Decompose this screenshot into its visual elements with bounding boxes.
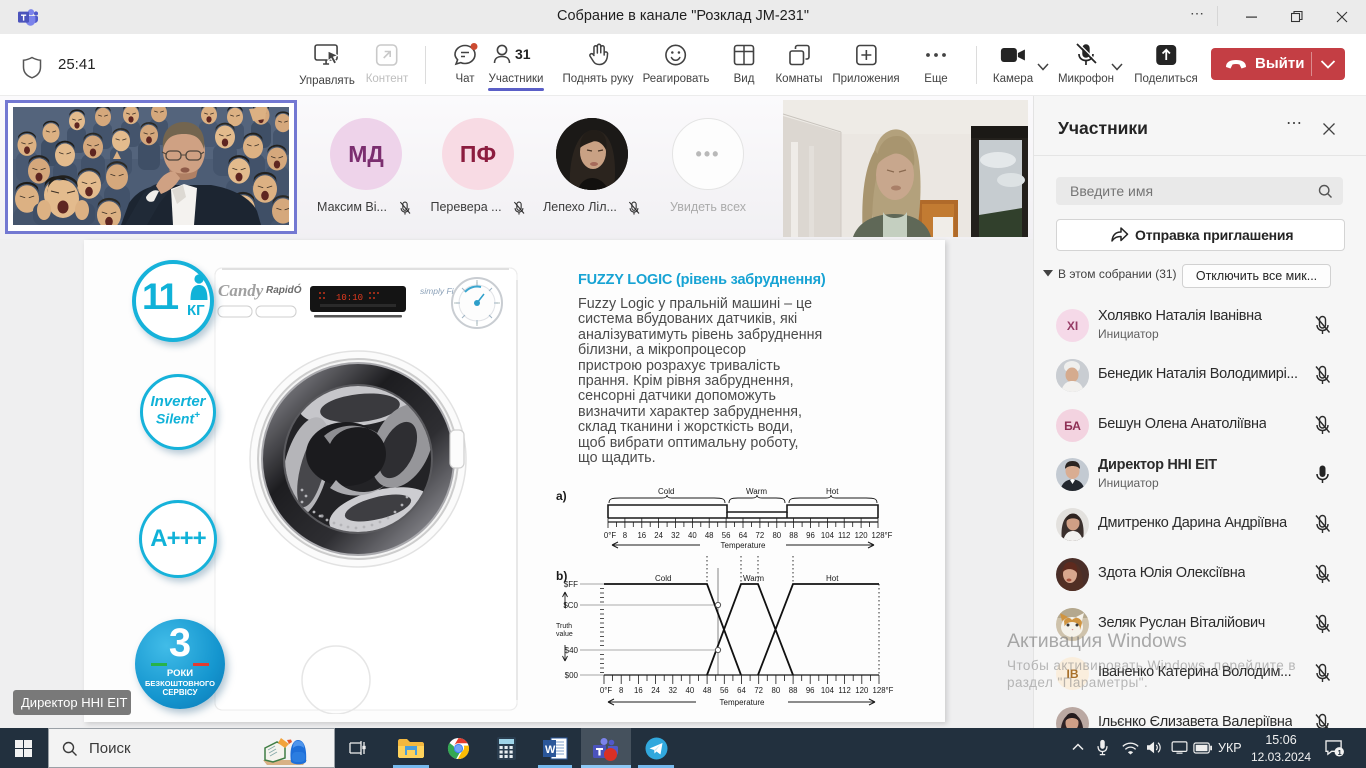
svg-text:Warm: Warm	[743, 574, 764, 583]
svg-text:16: 16	[637, 531, 646, 540]
svg-text:RapidÓ: RapidÓ	[266, 283, 302, 296]
svg-text:Cold: Cold	[655, 574, 671, 583]
svg-text:Truth: Truth	[556, 623, 572, 630]
svg-text:48: 48	[705, 531, 714, 540]
svg-text:128°F: 128°F	[873, 686, 894, 695]
svg-text:104: 104	[821, 531, 835, 540]
svg-text:value: value	[556, 631, 573, 638]
svg-text:112: 112	[838, 531, 850, 540]
svg-text:31: 31	[515, 46, 531, 62]
svg-text:W: W	[545, 744, 556, 756]
svg-text:40: 40	[688, 531, 697, 540]
svg-text:Hot: Hot	[826, 574, 839, 583]
svg-text:120: 120	[855, 531, 869, 540]
svg-text:32: 32	[668, 686, 677, 695]
svg-text:1: 1	[1338, 748, 1342, 757]
svg-text:Temperature: Temperature	[721, 541, 766, 550]
svg-text:0°F: 0°F	[600, 686, 612, 695]
svg-text:64: 64	[739, 531, 748, 540]
svg-text:104: 104	[821, 686, 835, 695]
svg-text:96: 96	[806, 531, 815, 540]
svg-text:$00: $00	[565, 671, 579, 680]
svg-text:64: 64	[737, 686, 746, 695]
svg-text:$FF: $FF	[564, 580, 578, 589]
svg-text:80: 80	[772, 686, 781, 695]
svg-text:112: 112	[838, 686, 850, 695]
svg-text:56: 56	[720, 686, 729, 695]
svg-text:128°F: 128°F	[872, 531, 893, 540]
svg-text:Cold: Cold	[658, 487, 674, 496]
svg-text:120: 120	[855, 686, 869, 695]
svg-text:24: 24	[654, 531, 663, 540]
svg-text:Temperature: Temperature	[720, 698, 765, 707]
svg-text:Candy: Candy	[218, 281, 264, 300]
svg-text:simply Fi: simply Fi	[420, 286, 455, 296]
svg-text:88: 88	[789, 531, 798, 540]
svg-text:96: 96	[806, 686, 815, 695]
svg-text:72: 72	[756, 531, 765, 540]
svg-text:0°F: 0°F	[604, 531, 616, 540]
svg-text:88: 88	[789, 686, 798, 695]
svg-text:$40: $40	[565, 646, 579, 655]
svg-text:Warm: Warm	[746, 487, 767, 496]
svg-text:32: 32	[671, 531, 680, 540]
svg-text:56: 56	[722, 531, 731, 540]
svg-text:40: 40	[686, 686, 695, 695]
svg-text:72: 72	[754, 686, 763, 695]
svg-text:Hot: Hot	[826, 487, 839, 496]
svg-text:24: 24	[651, 686, 660, 695]
svg-text:8: 8	[623, 531, 627, 540]
svg-text:10:10: 10:10	[336, 293, 363, 303]
svg-text:a): a)	[556, 489, 567, 503]
svg-text:16: 16	[634, 686, 643, 695]
svg-text:8: 8	[619, 686, 623, 695]
svg-text:$C0: $C0	[563, 601, 578, 610]
svg-text:80: 80	[772, 531, 781, 540]
svg-text:48: 48	[703, 686, 712, 695]
